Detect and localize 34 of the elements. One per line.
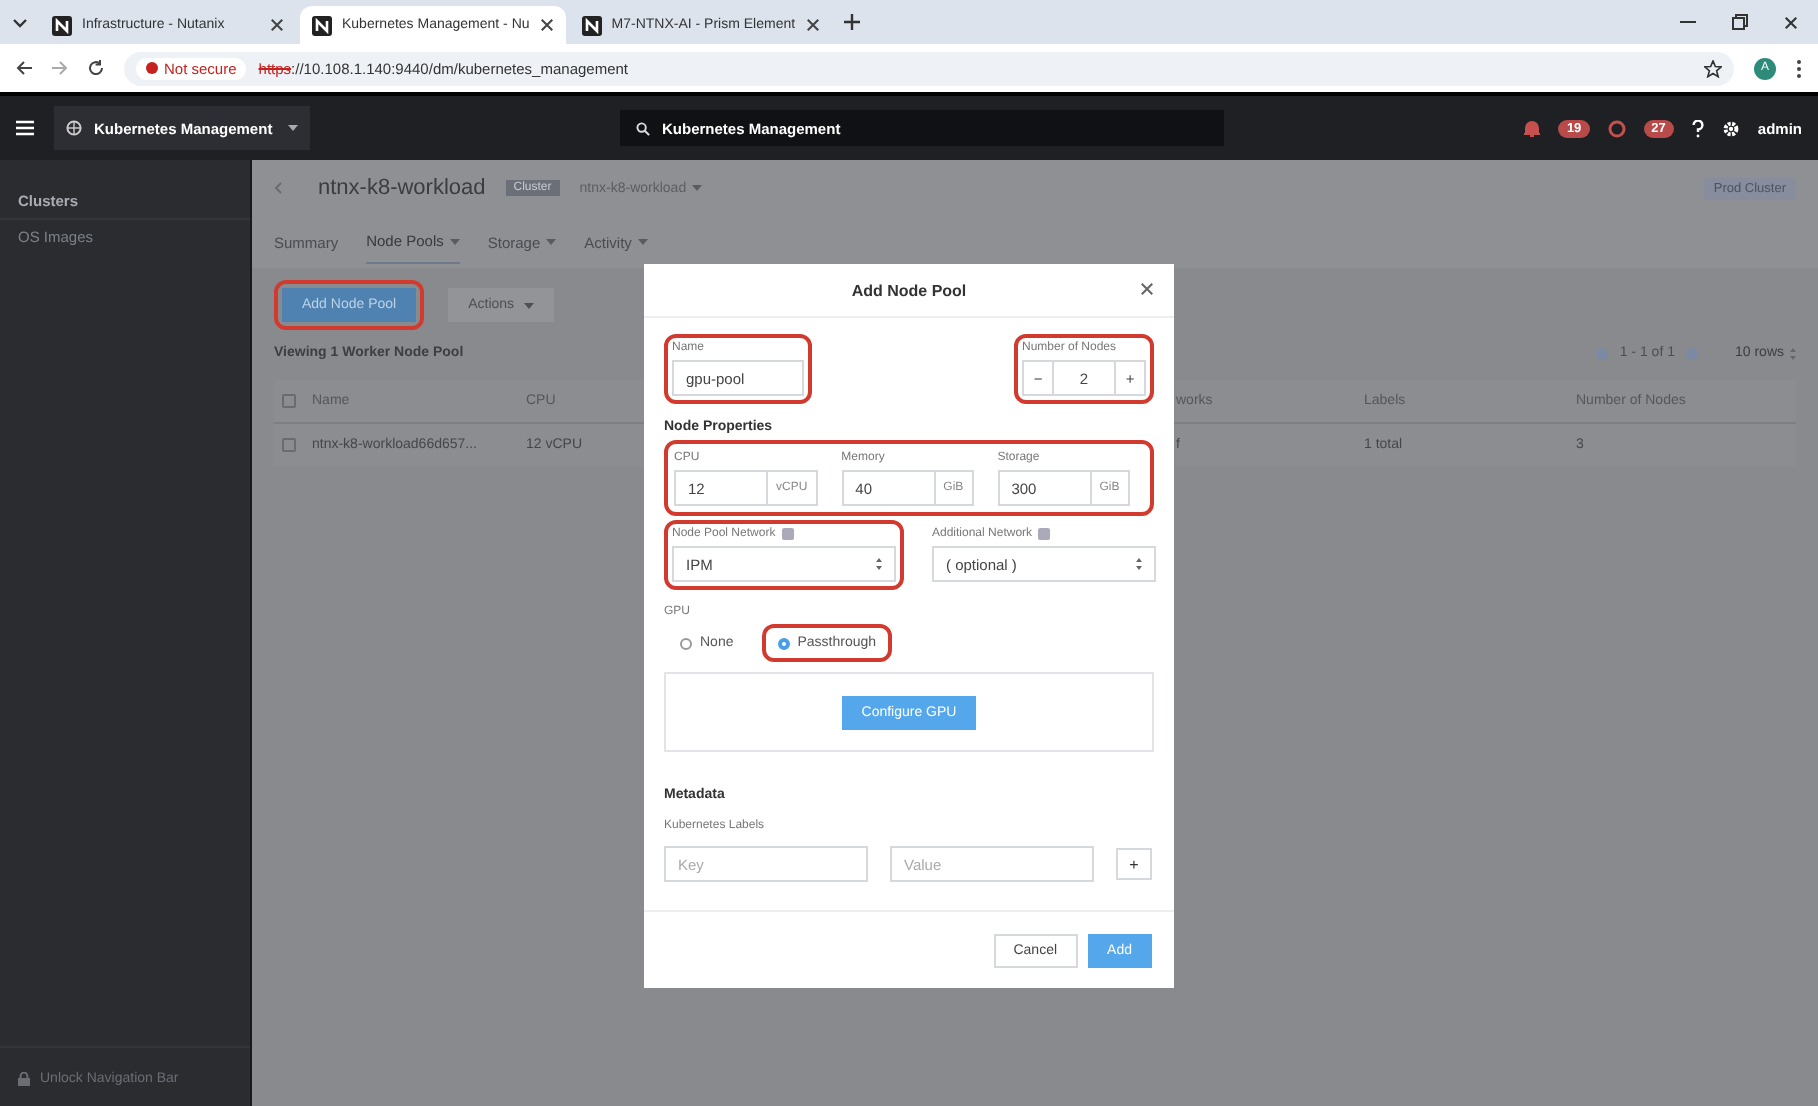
lock-icon <box>18 1072 30 1086</box>
logo-icon <box>581 15 602 35</box>
globe-icon <box>66 120 82 136</box>
close-icon[interactable] <box>1140 282 1154 296</box>
close-icon[interactable] <box>539 18 554 32</box>
sort-arrows-icon[interactable] <box>1136 558 1142 570</box>
dialog-title: Add Node Pool <box>851 281 967 299</box>
close-icon[interactable] <box>270 18 284 32</box>
close-icon[interactable] <box>805 18 820 32</box>
radio-icon[interactable] <box>680 637 692 649</box>
menu-icon[interactable] <box>16 120 34 136</box>
more-icon[interactable] <box>1796 59 1802 77</box>
add-label-button[interactable]: + <box>1116 848 1152 880</box>
reload-icon[interactable] <box>88 60 104 76</box>
caret-icon[interactable] <box>288 124 298 132</box>
ring-icon[interactable] <box>1607 119 1626 137</box>
star-icon[interactable] <box>1704 59 1722 77</box>
settings-icon[interactable] <box>1721 119 1740 137</box>
close-icon[interactable] <box>1784 15 1798 29</box>
logo-icon <box>52 15 72 35</box>
search-icon <box>636 121 650 135</box>
new-tab-icon[interactable] <box>843 14 860 30</box>
tab-list-icon[interactable] <box>12 14 28 30</box>
restore-icon[interactable] <box>1732 14 1748 30</box>
sort-arrows-icon[interactable] <box>876 558 882 570</box>
checkbox[interactable] <box>282 438 296 452</box>
page-title: ntnx-k8-workload <box>318 176 486 200</box>
bell-icon[interactable] <box>1524 119 1541 137</box>
back-icon[interactable] <box>16 60 32 76</box>
logo-icon <box>312 15 332 35</box>
radio-icon[interactable] <box>777 637 790 649</box>
checkbox[interactable] <box>282 394 296 408</box>
help-icon[interactable] <box>1691 119 1704 137</box>
caret-icon[interactable] <box>524 301 535 309</box>
